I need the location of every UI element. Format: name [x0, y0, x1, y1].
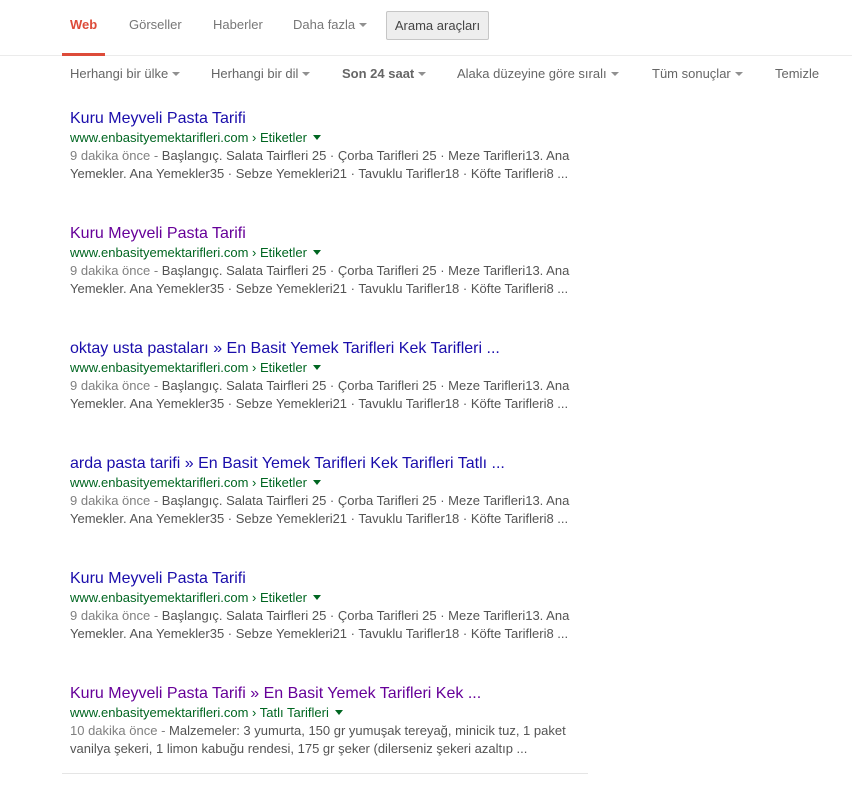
- tab-more-label: Daha fazla: [293, 17, 356, 32]
- result-url: www.enbasityemektarifleri.com › Etiketle…: [70, 129, 590, 147]
- time-filter-label: Son 24 saat: [342, 66, 415, 81]
- language-filter-label: Herhangi bir dil: [211, 66, 299, 81]
- result-time: 9 dakika önce -: [70, 608, 162, 623]
- search-tools-bar: Herhangi bir ülke Herhangi bir dil Son 2…: [0, 56, 852, 92]
- top-nav: Web Görseller Haberler Daha fazla Arama …: [0, 0, 852, 56]
- result-url-text: www.enbasityemektarifleri.com › Etiketle…: [70, 360, 307, 375]
- chevron-down-icon[interactable]: [312, 135, 321, 141]
- result-snippet: 9 dakika önce - Başlangıç. Salata Tairfl…: [70, 607, 590, 643]
- clear-filters-link[interactable]: Temizle: [775, 66, 819, 82]
- search-tools-button[interactable]: Arama araçları: [386, 11, 489, 40]
- search-result: Kuru Meyveli Pasta Tarifi www.enbasityem…: [70, 569, 590, 643]
- sort-filter[interactable]: Alaka düzeyine göre sıralı: [457, 66, 619, 82]
- result-url-text: www.enbasityemektarifleri.com › Tatlı Ta…: [70, 705, 329, 720]
- result-title-link[interactable]: oktay usta pastaları » En Basit Yemek Ta…: [70, 339, 590, 359]
- search-results-page: Web Görseller Haberler Daha fazla Arama …: [0, 0, 852, 810]
- sort-filter-label: Alaka düzeyine göre sıralı: [457, 66, 607, 81]
- result-url-text: www.enbasityemektarifleri.com › Etiketle…: [70, 475, 307, 490]
- result-title-link[interactable]: Kuru Meyveli Pasta Tarifi: [70, 109, 590, 129]
- result-url-text: www.enbasityemektarifleri.com › Etiketle…: [70, 130, 307, 145]
- result-title-link[interactable]: Kuru Meyveli Pasta Tarifi: [70, 224, 590, 244]
- result-snippet: 9 dakika önce - Başlangıç. Salata Tairfl…: [70, 492, 590, 528]
- chevron-down-icon[interactable]: [312, 365, 321, 371]
- result-title-link[interactable]: Kuru Meyveli Pasta Tarifi: [70, 569, 590, 589]
- tab-more[interactable]: Daha fazla: [293, 17, 368, 33]
- result-snippet: 10 dakika önce - Malzemeler: 3 yumurta, …: [70, 722, 590, 758]
- tab-images[interactable]: Görseller: [129, 17, 182, 33]
- chevron-down-icon: [734, 71, 743, 76]
- result-url: www.enbasityemektarifleri.com › Etiketle…: [70, 589, 590, 607]
- results-divider: [62, 773, 588, 774]
- result-time: 9 dakika önce -: [70, 148, 162, 163]
- chevron-down-icon: [418, 71, 427, 76]
- result-snippet: 9 dakika önce - Başlangıç. Salata Tairfl…: [70, 377, 590, 413]
- chevron-down-icon: [359, 22, 368, 27]
- time-filter[interactable]: Son 24 saat: [342, 66, 427, 82]
- result-time: 9 dakika önce -: [70, 493, 162, 508]
- chevron-down-icon[interactable]: [334, 710, 343, 716]
- tab-web[interactable]: Web: [70, 17, 97, 33]
- chevron-down-icon[interactable]: [312, 595, 321, 601]
- chevron-down-icon[interactable]: [312, 480, 321, 486]
- result-time: 9 dakika önce -: [70, 263, 162, 278]
- result-url-text: www.enbasityemektarifleri.com › Etiketle…: [70, 245, 307, 260]
- result-snippet: 9 dakika önce - Başlangıç. Salata Tairfl…: [70, 147, 590, 183]
- country-filter-label: Herhangi bir ülke: [70, 66, 169, 81]
- chevron-down-icon: [610, 71, 619, 76]
- country-filter[interactable]: Herhangi bir ülke: [70, 66, 181, 82]
- tab-news[interactable]: Haberler: [213, 17, 263, 33]
- result-title-link[interactable]: Kuru Meyveli Pasta Tarifi » En Basit Yem…: [70, 684, 590, 704]
- result-time: 10 dakika önce -: [70, 723, 170, 738]
- result-url: www.enbasityemektarifleri.com › Etiketle…: [70, 359, 590, 377]
- chevron-down-icon: [302, 71, 311, 76]
- chevron-down-icon: [172, 71, 181, 76]
- result-time: 9 dakika önce -: [70, 378, 162, 393]
- search-result: oktay usta pastaları » En Basit Yemek Ta…: [70, 339, 590, 413]
- result-url-text: www.enbasityemektarifleri.com › Etiketle…: [70, 590, 307, 605]
- search-result: Kuru Meyveli Pasta Tarifi www.enbasityem…: [70, 224, 590, 298]
- result-title-link[interactable]: arda pasta tarifi » En Basit Yemek Tarif…: [70, 454, 590, 474]
- language-filter[interactable]: Herhangi bir dil: [211, 66, 311, 82]
- result-snippet: 9 dakika önce - Başlangıç. Salata Tairfl…: [70, 262, 590, 298]
- search-result: arda pasta tarifi » En Basit Yemek Tarif…: [70, 454, 590, 528]
- result-url: www.enbasityemektarifleri.com › Tatlı Ta…: [70, 704, 590, 722]
- results-filter[interactable]: Tüm sonuçlar: [652, 66, 743, 82]
- results-filter-label: Tüm sonuçlar: [652, 66, 731, 81]
- result-url: www.enbasityemektarifleri.com › Etiketle…: [70, 244, 590, 262]
- search-result: Kuru Meyveli Pasta Tarifi » En Basit Yem…: [70, 684, 590, 758]
- search-result: Kuru Meyveli Pasta Tarifi www.enbasityem…: [70, 109, 590, 183]
- chevron-down-icon[interactable]: [312, 250, 321, 256]
- result-url: www.enbasityemektarifleri.com › Etiketle…: [70, 474, 590, 492]
